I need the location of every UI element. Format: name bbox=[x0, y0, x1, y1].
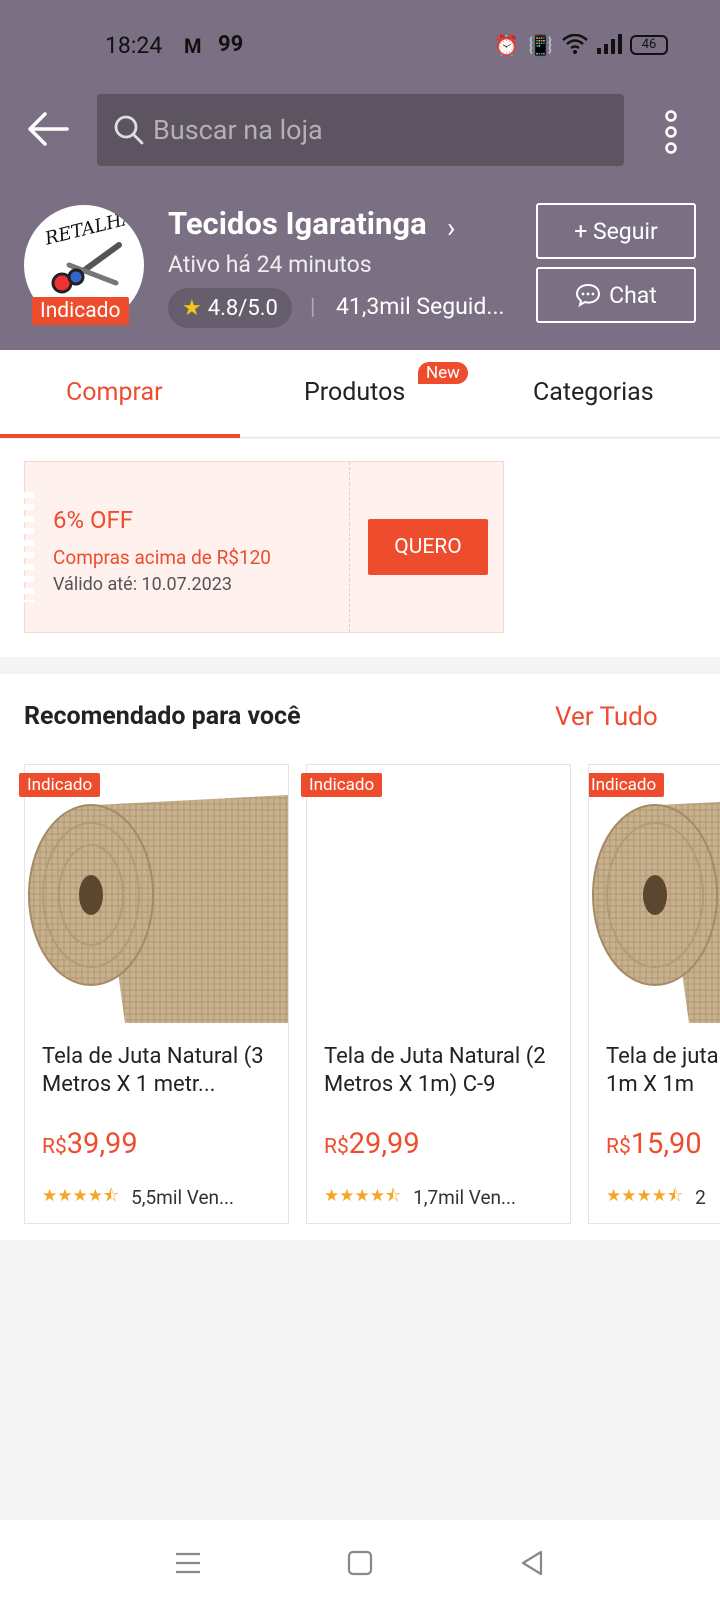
product-card[interactable]: Indicado Tela de Juta Natural (3 Metros … bbox=[19, 764, 289, 1224]
search-placeholder: Buscar na loja bbox=[153, 114, 323, 146]
star-icon: ★ bbox=[182, 295, 202, 321]
product-name: Tela de Juta Natural (3 Metros X 1 metr.… bbox=[42, 1044, 264, 1097]
tab-comprar[interactable]: Comprar bbox=[66, 378, 163, 407]
signal-icon bbox=[596, 34, 622, 56]
star-icon: ★★★★⯪ bbox=[42, 1186, 120, 1206]
search-input[interactable]: Buscar na loja bbox=[97, 94, 624, 166]
shop-info: RETALHAI Indicado Tecidos Igaratinga › A… bbox=[0, 203, 720, 345]
wifi-icon bbox=[562, 33, 588, 56]
tab-categorias[interactable]: Categorias bbox=[533, 378, 654, 407]
voucher-condition: Compras acima de R$120 bbox=[53, 546, 271, 569]
product-sold: 5,5mil Ven... bbox=[131, 1186, 235, 1209]
indicado-badge: Indicado bbox=[32, 297, 129, 325]
square-icon bbox=[347, 1550, 373, 1576]
product-price: R$29,99 bbox=[324, 1127, 420, 1161]
product-image bbox=[307, 795, 570, 1023]
chat-button[interactable]: Chat bbox=[536, 267, 696, 323]
indicado-badge: Indicado bbox=[301, 773, 383, 797]
recommended-section: Recomendado para você Ver Tudo Indicado … bbox=[0, 674, 720, 1240]
active-tab-indicator bbox=[0, 434, 240, 438]
more-options-button[interactable] bbox=[664, 110, 678, 154]
product-rating: ★★★★⯪ 2 bbox=[606, 1183, 706, 1212]
product-sold: 2 bbox=[695, 1186, 706, 1209]
price-currency: R$ bbox=[606, 1135, 631, 1159]
new-badge: New bbox=[418, 362, 468, 384]
divider: | bbox=[310, 295, 316, 320]
product-price: R$15,90 bbox=[606, 1127, 702, 1161]
product-rating: ★★★★⯪ 1,7mil Ven... bbox=[324, 1183, 516, 1212]
chevron-right-icon[interactable]: › bbox=[447, 211, 455, 244]
arrow-left-icon bbox=[28, 112, 69, 146]
shop-rating: ★ 4.8/5.0 bbox=[168, 288, 292, 328]
shop-followers: 41,3mil Seguid... bbox=[336, 293, 505, 320]
status-bar: 18:24 M 99 ⏰ 📳 46 bbox=[0, 0, 720, 92]
chat-label: Chat bbox=[609, 281, 657, 309]
empty-area bbox=[0, 1240, 720, 1520]
product-name: Tela de Juta Natural (2 Metros X 1m) C-9 bbox=[324, 1044, 546, 1097]
shop-tabs: Comprar Produtos New Categorias bbox=[0, 350, 720, 438]
shop-active-status: Ativo há 24 minutos bbox=[168, 251, 372, 278]
shop-header: 18:24 M 99 ⏰ 📳 46 Buscar na loja RETALHA… bbox=[0, 0, 720, 350]
kebab-menu-icon bbox=[665, 110, 677, 154]
tab-produtos[interactable]: Produtos bbox=[304, 378, 405, 407]
vibrate-icon: 📳 bbox=[528, 33, 553, 57]
section-title: Recomendado para você bbox=[24, 702, 301, 731]
voucher-section: 6% OFF Compras acima de R$120 Válido até… bbox=[0, 439, 720, 657]
gmail-icon: M bbox=[184, 34, 202, 58]
back-button[interactable] bbox=[25, 106, 71, 152]
chat-bubble-icon bbox=[576, 283, 601, 307]
price-value: 29,99 bbox=[348, 1127, 420, 1161]
status-time: 18:24 bbox=[105, 32, 163, 59]
shop-name[interactable]: Tecidos Igaratinga bbox=[168, 205, 427, 242]
status-icons: ⏰ 📳 46 bbox=[494, 33, 668, 57]
voucher-title: 6% OFF bbox=[53, 506, 134, 534]
battery-icon: 46 bbox=[630, 35, 668, 55]
star-icon: ★★★★⯪ bbox=[606, 1186, 684, 1206]
system-back-button[interactable] bbox=[517, 1548, 547, 1578]
product-card[interactable]: Indicado Tela de Juta Natural (2 Metros … bbox=[301, 764, 571, 1224]
menu-icon bbox=[176, 1552, 200, 1574]
system-nav-bar bbox=[0, 1520, 720, 1608]
product-rating: ★★★★⯪ 5,5mil Ven... bbox=[42, 1183, 234, 1212]
price-value: 39,99 bbox=[66, 1127, 138, 1161]
voucher-validity: Válido até: 10.07.2023 bbox=[53, 574, 232, 595]
product-price: R$39,99 bbox=[42, 1127, 138, 1161]
product-card[interactable]: Indicado Tela de juta 1m X 1m R$15,90 ★★… bbox=[588, 764, 720, 1224]
indicado-badge: Indicado bbox=[19, 773, 101, 797]
home-button[interactable] bbox=[345, 1548, 375, 1578]
search-icon bbox=[114, 115, 144, 145]
price-currency: R$ bbox=[324, 1135, 349, 1159]
product-image bbox=[589, 795, 720, 1023]
product-sold: 1,7mil Ven... bbox=[413, 1186, 517, 1209]
voucher-divider bbox=[349, 462, 350, 632]
voucher-card: 6% OFF Compras acima de R$120 Válido até… bbox=[24, 461, 504, 633]
price-value: 15,90 bbox=[630, 1127, 702, 1161]
top-bar: Buscar na loja bbox=[0, 92, 720, 168]
recents-button[interactable] bbox=[173, 1548, 203, 1578]
99-app-icon: 99 bbox=[218, 32, 244, 57]
follow-button[interactable]: + Seguir bbox=[536, 203, 696, 259]
indicado-badge: Indicado bbox=[589, 773, 665, 797]
voucher-edge bbox=[24, 492, 34, 602]
triangle-back-icon bbox=[521, 1550, 543, 1576]
alarm-icon: ⏰ bbox=[494, 33, 519, 57]
follow-label: + Seguir bbox=[574, 217, 658, 245]
price-currency: R$ bbox=[42, 1135, 67, 1159]
rating-value: 4.8/5.0 bbox=[207, 295, 278, 321]
star-icon: ★★★★⯪ bbox=[324, 1186, 402, 1206]
product-image bbox=[25, 795, 288, 1023]
product-name: Tela de juta 1m X 1m bbox=[606, 1044, 719, 1097]
claim-voucher-button[interactable]: QUERO bbox=[368, 519, 488, 575]
see-all-link[interactable]: Ver Tudo bbox=[555, 702, 658, 732]
